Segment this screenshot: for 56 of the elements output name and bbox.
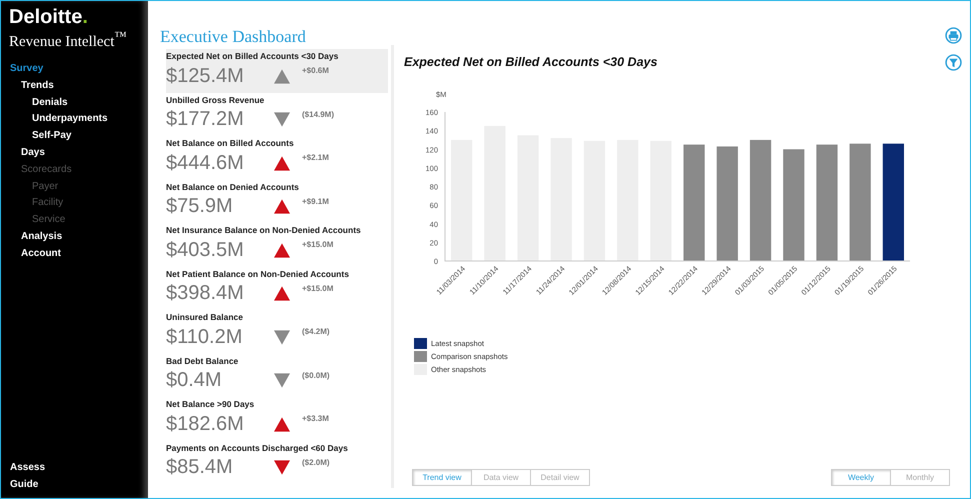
metric-card[interactable]: Net Balance on Denied Accounts $75.9M +$9.1M [166, 180, 388, 223]
nav-item[interactable]: Days [21, 144, 45, 162]
metric-card[interactable]: Payments on Accounts Discharged <60 Days $85.4M ($2.0M) [166, 440, 388, 484]
metric-change: +$2.1M [302, 153, 329, 162]
metric-value: $0.4M [166, 369, 223, 392]
metric-title: Net Balance on Billed Accounts [166, 137, 295, 149]
metric-value: $444.6M [166, 152, 245, 174]
metric-value: $182.6M [166, 412, 245, 436]
metric-title: Net Patient Balance on Non-Denied Accounts [166, 268, 350, 280]
nav-item[interactable]: Account [21, 246, 61, 263]
metric-title: Unbilled Gross Revenue [166, 94, 266, 106]
metric-value: $403.5M [166, 238, 245, 262]
nav-item[interactable]: Self-Pay [32, 128, 72, 145]
metric-change: ($0.0M) [302, 370, 330, 380]
metric-card[interactable]: Net Insurance Balance on Non-Denied Accounts $403.5M +$15.0M [166, 223, 388, 266]
nav-item[interactable]: Underpayments [32, 111, 108, 128]
metric-title: Uninsured Balance [166, 311, 244, 323]
metric-card[interactable]: Unbilled Gross Revenue $177.2M ($14.9M) [166, 92, 388, 136]
metric-title: Expected Net on Billed Accounts <30 Days [166, 50, 340, 62]
metric-value: $110.2M [166, 326, 244, 348]
product-name: Revenue Intellect$^{™}$ [9, 28, 127, 51]
metric-title: Payments on Accounts Discharged <60 Days [166, 442, 349, 454]
metric-value: $398.4M [166, 282, 245, 305]
metric-change: +$3.3M [302, 414, 329, 423]
nav-item[interactable]: Assess [10, 460, 46, 478]
metric-change: +$15.0M [302, 240, 334, 249]
metric-card[interactable]: Net Patient Balance on Non-Denied Accounts $398.4M +$15.0M [166, 266, 388, 310]
nav-item[interactable]: Trends [21, 78, 54, 95]
brand-logo: Deloitte. [9, 7, 88, 27]
metric-card[interactable]: Net Balance >90 Days $182.6M +$3.3M [166, 397, 388, 440]
metric-title: Net Balance >90 Days [166, 398, 256, 410]
filter-icon[interactable] [945, 54, 962, 71]
metric-title: Net Balance on Denied Accounts [166, 180, 300, 192]
metric-value: $125.4M [166, 64, 245, 88]
nav-item[interactable]: Survey [10, 61, 44, 78]
metric-card[interactable]: Expected Net on Billed Accounts <30 Days $125.4M +$0.6M [166, 49, 388, 92]
metric-title: Net Insurance Balance on Non-Denied Accounts [166, 224, 362, 236]
metric-card[interactable]: Net Balance on Billed Accounts $444.6M +$2.1M [166, 136, 388, 180]
metric-change: +$15.0M [302, 284, 334, 292]
metric-change: ($4.2M) [302, 327, 330, 336]
metric-change: +$9.1M [302, 196, 329, 206]
page-title: Executive Dashboard [160, 27, 307, 47]
metric-value: $85.4M [166, 456, 234, 479]
chart-title: Expected Net on Billed Accounts <30 Days [404, 55, 658, 69]
metric-value: $75.9M [166, 195, 234, 218]
metric-change: +$0.6M [302, 66, 329, 75]
nav-item[interactable]: Denials [32, 94, 68, 112]
nav-item[interactable]: Guide [10, 477, 38, 494]
print-icon[interactable] [945, 27, 962, 44]
metric-change: ($2.0M) [302, 458, 330, 466]
metric-card[interactable]: Bad Debt Balance $0.4M ($0.0M) [166, 354, 388, 397]
metric-card[interactable]: Uninsured Balance $110.2M ($4.2M) [166, 310, 388, 354]
metric-value: $177.2M [166, 108, 245, 131]
nav-item[interactable]: Analysis [21, 228, 62, 246]
metric-change: ($14.9M) [302, 110, 334, 118]
metric-title: Bad Debt Balance [166, 354, 240, 366]
